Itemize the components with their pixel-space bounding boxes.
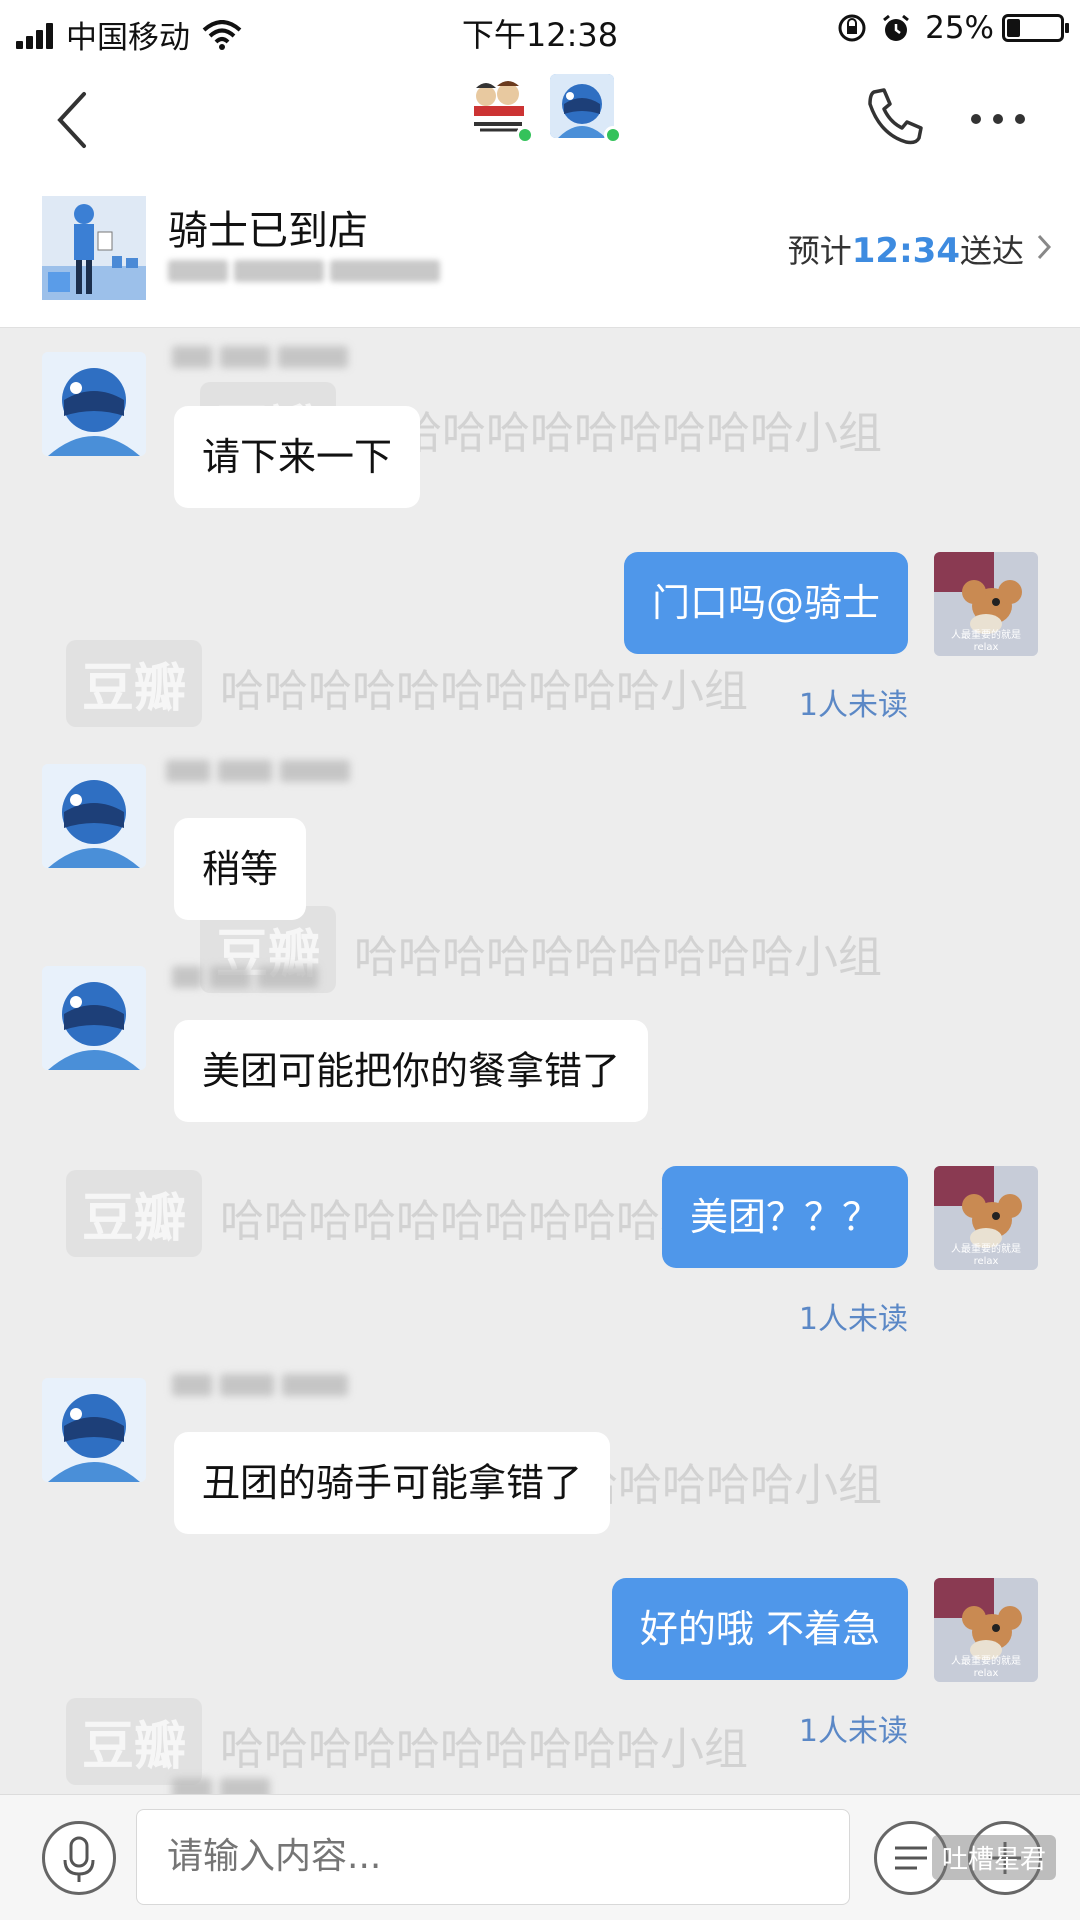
message-bubble-incoming[interactable]: 请下来一下 (174, 406, 421, 508)
source-signature: 吐槽星君 (931, 1835, 1056, 1880)
rider-illustration (42, 196, 146, 300)
avatar-caption: 人最重要的就是 relax (951, 1244, 1021, 1267)
sender-name-blurred (172, 1778, 278, 1794)
rider-delivery-icon (42, 196, 146, 300)
message-bubble-outgoing[interactable]: 门口吗@骑士 (623, 552, 908, 654)
chevron-left-icon (57, 92, 86, 148)
message-input-bar: 吐槽星君 (0, 1794, 1080, 1920)
chevron-right-icon (1037, 234, 1052, 260)
battery-icon (1002, 14, 1069, 42)
eta-label: 预计12:34送达 (788, 226, 1024, 272)
more-dots-icon (971, 114, 1025, 124)
rider-helmet-icon (42, 1378, 146, 1482)
rotation-lock-icon (838, 14, 866, 42)
back-button[interactable] (46, 84, 106, 154)
call-button[interactable] (860, 82, 930, 152)
online-dot (516, 126, 534, 144)
avatar-caption: 人最重要的就是 relax (951, 1656, 1021, 1679)
chat-message-list[interactable]: 豆瓣哈哈哈哈哈哈哈哈哈哈小组 豆瓣哈哈哈哈哈哈哈哈哈哈小组 豆瓣哈哈哈哈哈哈哈哈… (0, 328, 1080, 1794)
order-status-title: 骑士已到店 (168, 208, 368, 254)
rider-helmet-icon (550, 74, 614, 138)
battery-fill (1007, 19, 1020, 37)
message-bubble-outgoing[interactable]: 美团？？？ (661, 1166, 908, 1268)
sender-name-blurred (172, 1374, 356, 1404)
eta-time: 12:34 (851, 231, 960, 271)
watermark: 豆瓣哈哈哈哈哈哈哈哈哈哈小组 (66, 1698, 748, 1785)
sender-name-blurred (172, 346, 356, 376)
rider-helmet-icon (42, 966, 146, 1070)
rider-helmet-icon (42, 764, 146, 868)
message-input[interactable] (136, 1809, 850, 1905)
microphone-icon (63, 1836, 95, 1882)
status-right: 25% (837, 10, 1069, 46)
online-dot (604, 126, 622, 144)
watermark: 豆瓣哈哈哈哈哈哈哈哈哈哈小组 (66, 1170, 748, 1257)
rider-avatar[interactable] (42, 966, 146, 1070)
rider-avatar[interactable] (42, 764, 146, 868)
message-bubble-incoming[interactable]: 稍等 (174, 818, 307, 920)
sender-name-blurred (166, 760, 358, 790)
rider-avatar[interactable] (42, 352, 146, 456)
chat-header (0, 64, 1080, 184)
eta-prefix: 预计 (787, 232, 852, 270)
rider-avatar[interactable] (42, 1378, 146, 1482)
avatar-caption: 人最重要的就是 relax (951, 630, 1021, 653)
status-bar: 中国移动 下午12:38 25% (0, 0, 1080, 64)
rider-helmet-icon (42, 352, 146, 456)
order-subtitle-blurred (168, 256, 448, 296)
voice-button[interactable] (42, 1821, 116, 1895)
read-status: 1人未读 (798, 1302, 908, 1337)
message-bubble-incoming[interactable]: 丑团的骑手可能拿错了 (174, 1432, 611, 1534)
eta-suffix: 送达 (959, 232, 1024, 270)
alarm-icon (883, 14, 910, 41)
merchant-avatar[interactable] (466, 74, 534, 144)
sender-name-blurred (172, 966, 326, 996)
battery-percent: 25% (925, 10, 994, 46)
message-bubble-incoming[interactable]: 美团可能把你的餐拿错了 (174, 1020, 649, 1122)
message-bubble-outgoing[interactable]: 好的哦 不着急 (611, 1578, 908, 1680)
rider-header-avatar[interactable] (550, 74, 614, 138)
read-status: 1人未读 (798, 688, 908, 723)
more-button[interactable] (964, 94, 1034, 144)
phone-icon (868, 88, 923, 145)
order-status-card[interactable]: 骑士已到店 预计12:34送达 (0, 184, 1080, 328)
read-status: 1人未读 (798, 1714, 908, 1749)
